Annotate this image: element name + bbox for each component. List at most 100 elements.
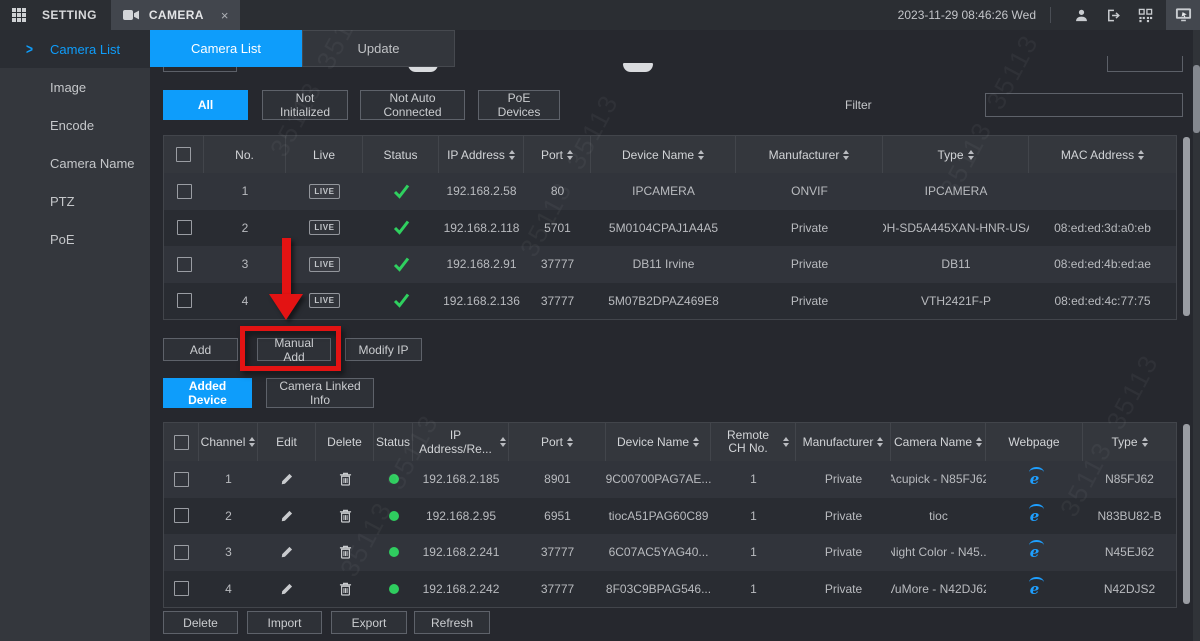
filter-poe-devices-button[interactable]: PoE Devices	[478, 90, 560, 120]
row-checkbox[interactable]	[174, 508, 189, 523]
qrcode-icon[interactable]	[1129, 0, 1161, 30]
sort-icon[interactable]	[500, 437, 506, 447]
add-button[interactable]: Add	[163, 338, 238, 361]
sort-icon[interactable]	[249, 437, 255, 447]
logout-icon[interactable]	[1097, 0, 1129, 30]
col-ip-address[interactable]: IP Address	[439, 136, 524, 173]
delete-trash-icon[interactable]	[339, 545, 352, 559]
webpage-browser-icon[interactable]: e	[1030, 507, 1040, 525]
apps-grid-icon[interactable]	[0, 0, 38, 30]
row-checkbox[interactable]	[174, 545, 189, 560]
close-icon[interactable]: ×	[221, 8, 229, 23]
sidebar-item-label: PTZ	[50, 194, 75, 209]
sort-icon[interactable]	[783, 437, 789, 447]
sidebar-item-camera-list[interactable]: > Camera List	[0, 30, 150, 68]
delete-trash-icon[interactable]	[339, 582, 352, 596]
live-badge[interactable]: LIVE	[309, 293, 339, 308]
tab-camera-list[interactable]: Camera List	[150, 30, 302, 67]
edit-pencil-icon[interactable]	[280, 472, 294, 486]
sort-icon[interactable]	[693, 437, 699, 447]
sidebar-item-image[interactable]: Image	[0, 68, 150, 106]
delete-button[interactable]: Delete	[163, 611, 238, 634]
sort-icon[interactable]	[1142, 437, 1148, 447]
filter-not-auto-connected-button[interactable]: Not Auto Connected	[360, 90, 465, 120]
sort-icon[interactable]	[567, 437, 573, 447]
refresh-button[interactable]: Refresh	[414, 611, 490, 634]
table-header-row: Channel Edit Delete Status IP Address/Re…	[164, 423, 1176, 461]
delete-trash-icon[interactable]	[339, 509, 352, 523]
row-checkbox[interactable]	[177, 220, 192, 235]
import-button[interactable]: Import	[247, 611, 322, 634]
sort-icon[interactable]	[509, 150, 515, 160]
setting-label: SETTING	[42, 8, 97, 22]
webpage-browser-icon[interactable]: e	[1030, 470, 1040, 488]
col-ip-address[interactable]: IP Address/Re...	[413, 423, 509, 461]
page-scrollbar-thumb[interactable]	[1193, 65, 1200, 133]
col-device-name[interactable]: Device Name	[606, 423, 711, 461]
col-port[interactable]: Port	[524, 136, 591, 173]
modify-ip-button[interactable]: Modify IP	[345, 338, 422, 361]
sort-icon[interactable]	[968, 150, 974, 160]
check-icon	[393, 293, 410, 308]
filter-all-button[interactable]: All	[163, 90, 248, 120]
live-badge[interactable]: LIVE	[309, 257, 339, 272]
sidebar-item-poe[interactable]: PoE	[0, 220, 150, 258]
live-badge[interactable]: LIVE	[309, 184, 339, 199]
webpage-browser-icon[interactable]: e	[1030, 580, 1040, 598]
tab-camera-linked-info[interactable]: Camera Linked Info	[266, 378, 374, 408]
sort-icon[interactable]	[1138, 150, 1144, 160]
row-channel: 1	[199, 461, 258, 498]
table-scrollbar[interactable]	[1183, 424, 1190, 604]
filter-not-initialized-button[interactable]: Not Initialized	[262, 90, 348, 120]
sort-icon[interactable]	[976, 437, 982, 447]
row-mac	[1029, 173, 1176, 210]
row-checkbox[interactable]	[174, 581, 189, 596]
edit-pencil-icon[interactable]	[280, 509, 294, 523]
tab-update[interactable]: Update	[302, 30, 455, 67]
delete-trash-icon[interactable]	[339, 472, 352, 486]
row-checkbox[interactable]	[177, 257, 192, 272]
toggle-switch-partial[interactable]	[623, 63, 653, 72]
tab-camera[interactable]: CAMERA ×	[111, 0, 241, 30]
select-all-checkbox[interactable]	[176, 147, 191, 162]
chevron-right-icon: >	[26, 41, 33, 58]
cut-off-button[interactable]	[1107, 56, 1183, 72]
col-channel[interactable]: Channel	[199, 423, 258, 461]
col-device-name[interactable]: Device Name	[591, 136, 736, 173]
col-camera-name[interactable]: Camera Name	[891, 423, 986, 461]
col-port[interactable]: Port	[509, 423, 606, 461]
select-all-checkbox[interactable]	[174, 435, 189, 450]
edit-pencil-icon[interactable]	[280, 545, 294, 559]
col-remote-ch-no[interactable]: Remote CH No.	[711, 423, 796, 461]
live-badge[interactable]: LIVE	[309, 220, 339, 235]
manual-add-button[interactable]: Manual Add	[257, 338, 331, 361]
webpage-browser-icon[interactable]: e	[1030, 543, 1040, 561]
sidebar-item-camera-name[interactable]: Camera Name	[0, 144, 150, 182]
user-icon[interactable]	[1065, 0, 1097, 30]
sidebar-item-ptz[interactable]: PTZ	[0, 182, 150, 220]
col-delete: Delete	[316, 423, 374, 461]
col-mac-address[interactable]: MAC Address	[1029, 136, 1176, 173]
sort-icon[interactable]	[567, 150, 573, 160]
col-manufacturer[interactable]: Manufacturer	[736, 136, 883, 173]
sort-icon[interactable]	[698, 150, 704, 160]
monitor-icon[interactable]	[1166, 0, 1200, 30]
tab-added-device[interactable]: Added Device	[163, 378, 252, 408]
table-scrollbar[interactable]	[1183, 137, 1190, 316]
tab-setting[interactable]: SETTING	[38, 0, 111, 30]
row-checkbox[interactable]	[177, 293, 192, 308]
edit-pencil-icon[interactable]	[280, 582, 294, 596]
col-manufacturer[interactable]: Manufacturer	[796, 423, 891, 461]
sort-icon[interactable]	[877, 437, 883, 447]
col-type[interactable]: Type	[883, 136, 1029, 173]
col-type[interactable]: Type	[1083, 423, 1176, 461]
export-button[interactable]: Export	[331, 611, 407, 634]
row-type: N83BU82-B	[1083, 498, 1176, 535]
filter-input[interactable]	[985, 93, 1183, 117]
row-checkbox[interactable]	[177, 184, 192, 199]
sort-icon[interactable]	[843, 150, 849, 160]
sidebar-item-encode[interactable]: Encode	[0, 106, 150, 144]
row-port: 37777	[524, 283, 591, 320]
row-checkbox[interactable]	[174, 472, 189, 487]
row-ip: 192.168.2.136	[439, 283, 524, 320]
